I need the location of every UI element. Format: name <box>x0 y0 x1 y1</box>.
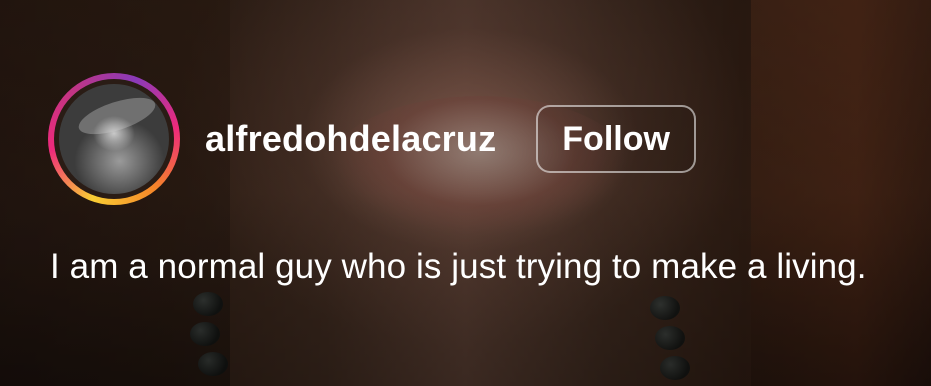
avatar[interactable] <box>59 84 169 194</box>
reel-overlay: alfredohdelacruz Follow I am a normal gu… <box>0 0 931 386</box>
follow-button[interactable]: Follow <box>536 105 696 173</box>
profile-row: alfredohdelacruz Follow <box>48 73 696 205</box>
story-ring[interactable] <box>48 73 180 205</box>
post-caption[interactable]: I am a normal guy who is just trying to … <box>50 242 890 292</box>
avatar-gap <box>54 79 174 199</box>
username-link[interactable]: alfredohdelacruz <box>205 118 496 160</box>
